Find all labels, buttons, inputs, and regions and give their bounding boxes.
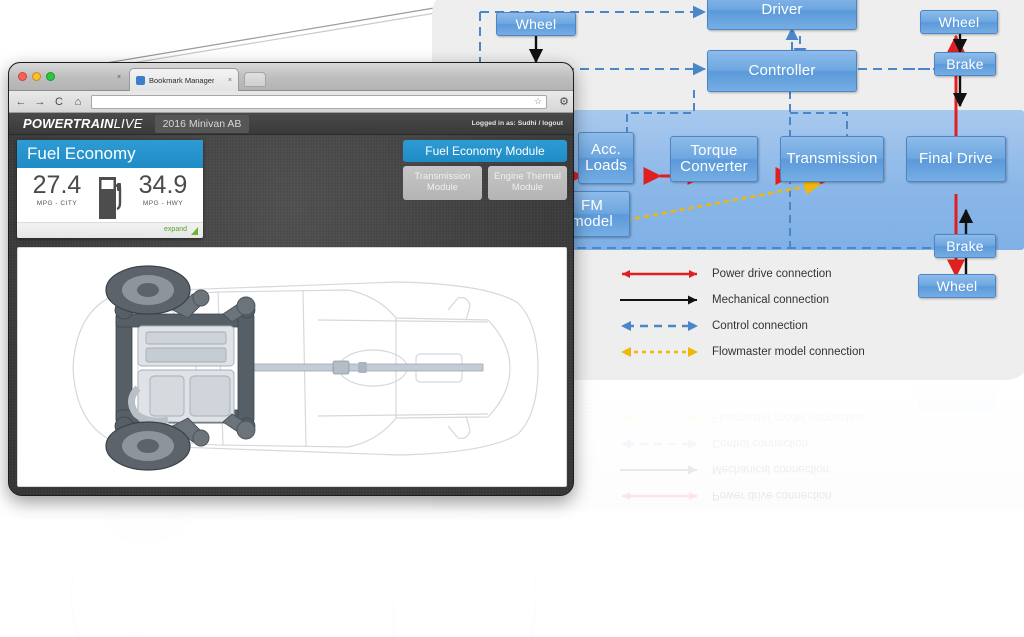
web-page: POWERTRAINLIVE 2016 Minivan AB Logged in…	[9, 113, 573, 495]
bookmark-star-icon[interactable]: ☆	[534, 96, 542, 107]
project-name[interactable]: 2016 Minivan AB	[154, 114, 250, 133]
close-window-icon[interactable]	[18, 72, 27, 81]
login-status[interactable]: Logged in as: Sudhi / logout	[472, 120, 573, 127]
control-arrow-icon	[621, 321, 698, 331]
svg-text:Flowmaster model connection: Flowmaster model connection	[712, 411, 865, 423]
fuel-economy-body: 27.4 MPG - CITY 34.9 MPG - HWY	[17, 168, 203, 222]
diagram-box-wheel-top-right[interactable]: Wheel	[920, 10, 998, 34]
fuel-pump-icon	[99, 177, 122, 219]
browser-window: × Bookmark Manager × ← → C ⌂ ☆ ⚙ POWERTR…	[8, 62, 574, 496]
logo-bold: POWERTRAIN	[23, 116, 114, 131]
diagram-box-final-drive[interactable]: Final Drive	[906, 136, 1006, 182]
legend-row-mechanical: Mechanical connection	[612, 292, 942, 318]
fuel-economy-footer: expand	[17, 222, 203, 238]
mpg-hwy-value: 34.9	[138, 171, 188, 199]
module-fuel-economy-button[interactable]: Fuel Economy Module	[403, 140, 567, 162]
window-controls[interactable]	[18, 72, 55, 81]
diagram-legend: Power drive connection Mechanical connec…	[612, 266, 942, 370]
settings-wrench-icon[interactable]: ⚙	[559, 95, 569, 108]
new-tab-button[interactable]	[244, 72, 266, 87]
back-icon[interactable]: ←	[15, 96, 27, 108]
fuel-economy-title: Fuel Economy	[17, 140, 203, 168]
close-tab-left-icon[interactable]: ×	[117, 74, 121, 81]
browser-reflection	[8, 498, 574, 637]
mpg-city-label: MPG - CITY	[36, 200, 78, 208]
screenshot-root: Driver Controller Wheel Wheel Brake Brak…	[0, 0, 1024, 637]
mpg-city-block: 27.4 MPG - CITY	[21, 171, 93, 208]
reload-icon[interactable]: C	[53, 96, 65, 108]
diagram-box-wheel-top-left[interactable]: Wheel	[496, 12, 576, 36]
browser-toolbar: ← → C ⌂ ☆ ⚙	[9, 91, 573, 113]
flowmaster-arrow-icon	[621, 347, 698, 357]
module-transmission-button[interactable]: Transmission Module	[403, 166, 482, 200]
minimize-window-icon[interactable]	[32, 72, 41, 81]
diagram-box-brake-top-right[interactable]: Brake	[934, 52, 996, 76]
home-icon[interactable]: ⌂	[72, 96, 84, 108]
reflection-chassis-art	[70, 498, 537, 637]
legend-row-power: Power drive connection	[612, 266, 942, 292]
browser-tab-strip: × Bookmark Manager ×	[9, 63, 573, 91]
diagram-box-brake-bottom-right[interactable]: Brake	[934, 234, 996, 258]
vehicle-drivetrain-drawing	[72, 265, 539, 471]
svg-text:Control connection: Control connection	[712, 437, 808, 449]
diagram-box-acc-loads[interactable]: Acc. Loads	[578, 132, 634, 184]
module-engine-thermal-button[interactable]: Engine Thermal Module	[488, 166, 567, 200]
page-body: Fuel Economy 27.4 MPG - CITY 34.9 MPG - …	[9, 135, 573, 495]
expand-link[interactable]: expand	[164, 226, 187, 233]
module-buttons: Fuel Economy Module Transmission Module …	[403, 140, 567, 200]
diagram-box-driver[interactable]: Driver	[707, 0, 857, 30]
diagram-box-transmission[interactable]: Transmission	[780, 136, 884, 182]
address-bar[interactable]: ☆	[91, 94, 548, 109]
tab-title: Bookmark Manager	[149, 75, 215, 85]
svg-text:Power drive connection: Power drive connection	[712, 489, 832, 501]
mpg-hwy-label: MPG - HWY	[142, 200, 184, 208]
legend-label-mechanical: Mechanical connection	[712, 294, 829, 306]
maximize-window-icon[interactable]	[46, 72, 55, 81]
fuel-economy-widget: Fuel Economy 27.4 MPG - CITY 34.9 MPG - …	[17, 140, 203, 238]
module-secondary-row: Transmission Module Engine Thermal Modul…	[403, 166, 567, 200]
site-logo: POWERTRAINLIVE	[9, 116, 143, 131]
svg-text:Mechanical connection: Mechanical connection	[712, 463, 829, 475]
forward-icon[interactable]: →	[34, 96, 46, 108]
mpg-hwy-block: 34.9 MPG - HWY	[127, 171, 199, 208]
legend-label-flowmaster: Flowmaster model connection	[712, 346, 865, 358]
mpg-city-value: 27.4	[32, 171, 82, 199]
legend-label-power: Power drive connection	[712, 268, 832, 280]
legend-label-control: Control connection	[712, 320, 808, 332]
diagram-box-torque-converter[interactable]: Torque Converter	[670, 136, 758, 182]
close-tab-icon[interactable]: ×	[228, 77, 232, 84]
chassis-illustration[interactable]	[17, 247, 567, 487]
bookmark-favicon	[136, 75, 145, 85]
tab-bookmark-manager[interactable]: Bookmark Manager ×	[129, 68, 239, 91]
expand-resize-icon[interactable]	[191, 227, 198, 235]
power-drive-arrow-icon	[622, 270, 697, 278]
svg-text:Wheel: Wheel	[937, 390, 977, 406]
diagram-box-controller[interactable]: Controller	[707, 50, 857, 92]
site-header: POWERTRAINLIVE 2016 Minivan AB Logged in…	[9, 113, 573, 135]
mechanical-arrow-icon	[620, 295, 697, 305]
legend-row-flowmaster: Flowmaster model connection	[612, 344, 942, 370]
legend-row-control: Control connection	[612, 318, 942, 344]
logo-thin: LIVE	[113, 116, 143, 131]
